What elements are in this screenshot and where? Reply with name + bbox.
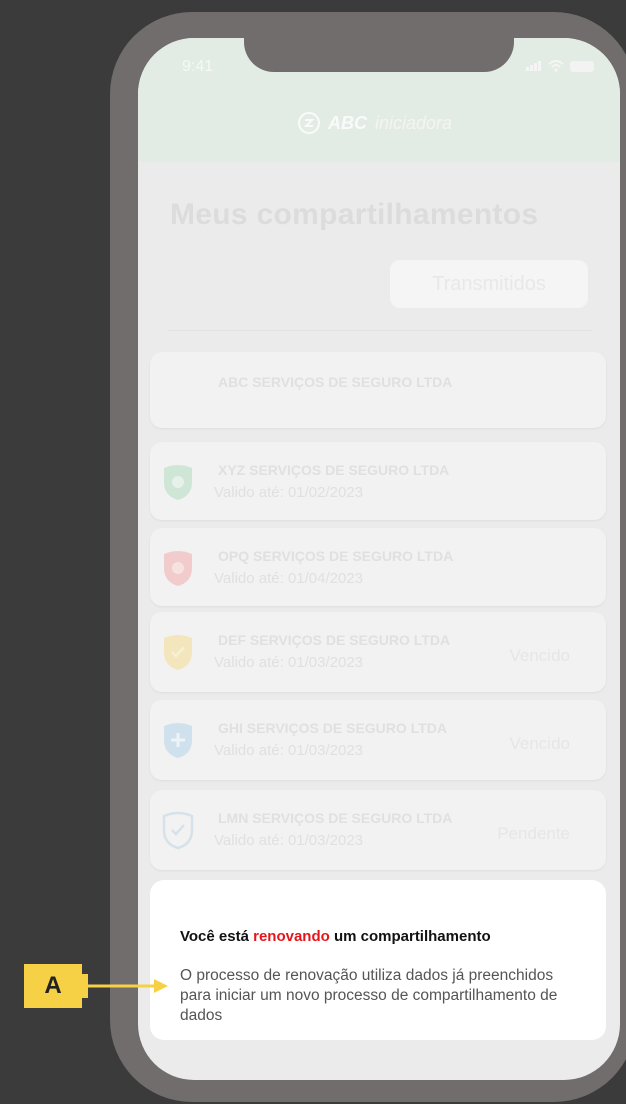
tab-transmitidos[interactable]: Transmitidos: [390, 260, 588, 308]
card-date: Valido até: 01/03/2023: [214, 654, 364, 671]
card-name: LMN SERVIÇOS DE SEGURO LTDA: [218, 810, 453, 826]
card-name: ABC SERVIÇOS DE SEGURO LTDA: [218, 374, 453, 390]
sheet-title: Você está renovando um compartilhamento: [180, 928, 491, 945]
sharing-card[interactable]: ABC SERVIÇOS DE SEGURO LTDA: [150, 352, 606, 428]
annotation-arrow-icon: [82, 974, 168, 998]
app-logo: ABC iniciadora: [298, 112, 452, 134]
red-shield-icon: [164, 551, 192, 586]
card-name: XYZ SERVIÇOS DE SEGURO LTDA: [218, 462, 450, 478]
cellular-signal-icon: [526, 61, 542, 71]
phone-screen: 9:41 ABC iniciadora Meus compartilhamento…: [138, 38, 620, 1080]
card-status: Vencido: [509, 646, 571, 665]
card-name: OPQ SERVIÇOS DE SEGURO LTDA: [218, 548, 454, 564]
logo-subtext: iniciadora: [375, 112, 453, 133]
sharing-card[interactable]: GHI SERVIÇOS DE SEGURO LTDA Valido até: …: [150, 700, 606, 780]
card-status: Pendente: [497, 824, 570, 843]
card-status: Vencido: [509, 734, 571, 753]
phone-notch: [244, 38, 514, 72]
sheet-body: O processo de renovação utiliza dados já…: [180, 967, 558, 1024]
sheet-title-suffix: um compartilhamento: [329, 928, 491, 945]
battery-icon: [570, 60, 594, 72]
sharing-card[interactable]: XYZ SERVIÇOS DE SEGURO LTDA Valido até: …: [150, 442, 606, 520]
sheet-title-prefix: Você está: [180, 928, 254, 945]
wifi-icon: [548, 60, 564, 72]
renewal-info-sheet: Você está renovando um compartilhamento …: [150, 880, 606, 1040]
sharing-card[interactable]: LMN SERVIÇOS DE SEGURO LTDA Valido até: …: [150, 790, 606, 870]
blue-outline-shield-check-icon: [162, 811, 194, 850]
card-date: Valido até: 01/02/2023: [214, 484, 364, 501]
card-date: Valido até: 01/03/2023: [214, 742, 364, 759]
divider: [168, 330, 592, 331]
status-time: 9:41: [182, 58, 214, 75]
blue-shield-plus-icon: [164, 723, 192, 758]
card-name: DEF SERVIÇOS DE SEGURO LTDA: [218, 632, 451, 648]
logo-brand: ABC: [328, 112, 367, 133]
card-name: GHI SERVIÇOS DE SEGURO LTDA: [218, 720, 447, 736]
logo-icon: [298, 112, 320, 134]
sharing-card[interactable]: DEF SERVIÇOS DE SEGURO LTDA Valido até: …: [150, 612, 606, 692]
sharing-card[interactable]: OPQ SERVIÇOS DE SEGURO LTDA Valido até: …: [150, 528, 606, 606]
card-date: Valido até: 01/03/2023: [214, 832, 364, 849]
sheet-title-highlight: renovando: [253, 928, 330, 945]
status-icons: [526, 60, 594, 72]
green-shield-check-icon: [164, 465, 192, 500]
card-date: Valido até: 01/04/2023: [214, 570, 364, 587]
page-title: Meus compartilhamentos: [170, 198, 539, 231]
yellow-shield-check-icon: [164, 635, 192, 670]
annotation-label: A: [24, 964, 82, 1008]
